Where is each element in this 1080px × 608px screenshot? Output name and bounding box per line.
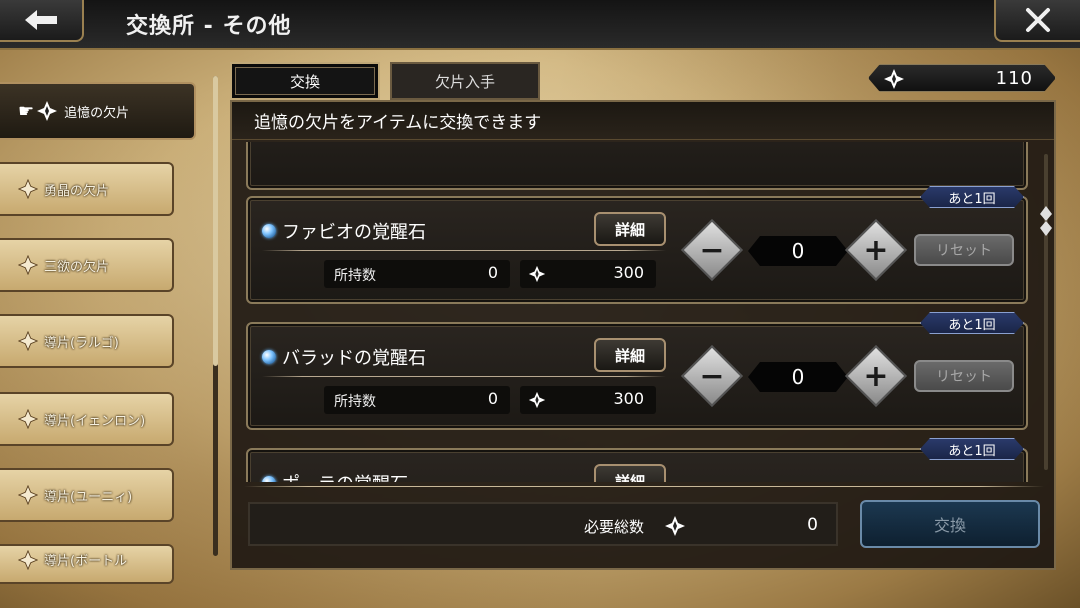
category-sidebar: ☛ 追憶の欠片 勇晶の欠片 三欲の欠片 導片(ラルゴ) 導片(イェンロン) 導片… [0, 82, 200, 584]
category-label: 三欲の欠片 [44, 259, 110, 275]
category-item-brave-crystal[interactable]: 勇晶の欠片 [0, 162, 174, 216]
exchange-item-list[interactable]: あと1回 ファビオの覚醒石 詳細 所持数 0 300 − 0 + リセット あと… [238, 142, 1042, 482]
divider [262, 250, 666, 251]
sparkle-gem-icon [528, 265, 546, 283]
sparkle-gem-icon [884, 69, 904, 89]
list-item: あと1回 ポ…ラの覚醒石 詳細 [246, 438, 1028, 482]
total-required-box: 必要総数 0 [248, 502, 838, 546]
sparkle-gem-icon [18, 409, 38, 429]
currency-value: 110 [995, 68, 1033, 89]
reset-button[interactable]: リセット [914, 360, 1014, 392]
owned-label: 所持数 [334, 394, 376, 410]
tab-exchange[interactable]: 交換 [230, 62, 380, 100]
divider [262, 376, 666, 377]
cost-box: 300 [520, 386, 656, 414]
exchange-button[interactable]: 交換 [860, 500, 1040, 548]
exchange-panel: 追憶の欠片をアイテムに交換できます あと1回 ファビオの覚醒石 詳細 所持数 0… [230, 100, 1056, 570]
awakening-stone-icon [262, 476, 276, 482]
list-item [246, 142, 1028, 190]
item-name: バラッドの覚醒石 [282, 348, 426, 369]
owned-label: 所持数 [334, 268, 376, 284]
category-item-largo[interactable]: 導片(ラルゴ) [0, 314, 174, 368]
minus-icon: − [699, 232, 725, 268]
category-item-yuny[interactable]: 導片(ユーニィ) [0, 468, 174, 522]
currency-display: 110 [868, 64, 1056, 92]
close-button[interactable] [994, 0, 1080, 42]
owned-value: 0 [487, 263, 498, 282]
owned-count-box: 所持数 0 [324, 260, 510, 288]
list-item: あと1回 ファビオの覚醒石 詳細 所持数 0 300 − 0 + リセット [246, 186, 1028, 304]
category-label: 追憶の欠片 [64, 105, 130, 121]
owned-count-box: 所持数 0 [324, 386, 510, 414]
sparkle-gem-icon [37, 101, 58, 121]
pointing-hand-icon: ☛ [18, 100, 35, 122]
item-name: ポ…ラの覚醒石 [282, 470, 408, 482]
sparkle-gem-icon [18, 331, 38, 351]
detail-button[interactable]: 詳細 [594, 464, 666, 482]
sparkle-gem-icon [665, 516, 685, 536]
quantity-display: 0 [748, 236, 848, 266]
sparkle-gem-icon [18, 550, 38, 570]
awakening-stone-icon [262, 350, 276, 364]
total-label: 必要総数 [584, 518, 645, 536]
category-label: 導片(ボートル [44, 554, 128, 569]
list-item: あと1回 バラッドの覚醒石 詳細 所持数 0 300 − 0 + リセット [246, 312, 1028, 430]
sidebar-scrollbar[interactable] [213, 76, 218, 556]
sparkle-gem-icon [528, 391, 546, 409]
owned-value: 0 [487, 389, 498, 408]
sparkle-gem-icon [18, 255, 38, 275]
arrow-left-icon [25, 10, 57, 30]
cost-box: 300 [520, 260, 656, 288]
reset-button[interactable]: リセット [914, 234, 1014, 266]
cost-value: 300 [613, 389, 644, 408]
plus-icon: + [863, 358, 889, 394]
sparkle-gem-icon [18, 179, 38, 199]
remaining-count-badge: あと1回 [920, 312, 1024, 334]
back-button[interactable] [0, 0, 84, 42]
close-icon [1026, 8, 1050, 32]
sparkle-gem-icon [18, 485, 38, 505]
scroll-thumb-icon[interactable] [1040, 206, 1052, 236]
category-label: 導片(イェンロン) [44, 413, 146, 429]
category-label: 導片(ユーニィ) [44, 489, 133, 505]
category-label: 勇晶の欠片 [44, 183, 110, 199]
sidebar-scroll-thumb[interactable] [213, 76, 218, 366]
category-label: 導片(ラルゴ) [44, 335, 119, 351]
panel-description: 追憶の欠片をアイテムに交換できます [232, 102, 1054, 140]
remaining-count-badge: あと1回 [920, 186, 1024, 208]
cost-value: 300 [613, 263, 644, 282]
tab-get-fragments[interactable]: 欠片入手 [390, 62, 540, 100]
remaining-count-badge: あと1回 [920, 438, 1024, 460]
category-item-bottle[interactable]: 導片(ボートル [0, 544, 174, 584]
top-bar: 交換所 - その他 [0, 0, 1080, 50]
category-item-three-desires[interactable]: 三欲の欠片 [0, 238, 174, 292]
detail-button[interactable]: 詳細 [594, 212, 666, 246]
divider [244, 486, 1044, 487]
awakening-stone-icon [262, 224, 276, 238]
list-scrollbar[interactable] [1040, 154, 1052, 470]
plus-icon: + [863, 232, 889, 268]
minus-icon: − [699, 358, 725, 394]
category-item-memory-fragment[interactable]: ☛ 追憶の欠片 [0, 82, 196, 140]
category-item-yenlon[interactable]: 導片(イェンロン) [0, 392, 174, 446]
quantity-display: 0 [748, 362, 848, 392]
total-value: 0 [807, 515, 818, 535]
item-name: ファビオの覚醒石 [282, 222, 426, 243]
detail-button[interactable]: 詳細 [594, 338, 666, 372]
page-title: 交換所 - その他 [126, 14, 292, 39]
